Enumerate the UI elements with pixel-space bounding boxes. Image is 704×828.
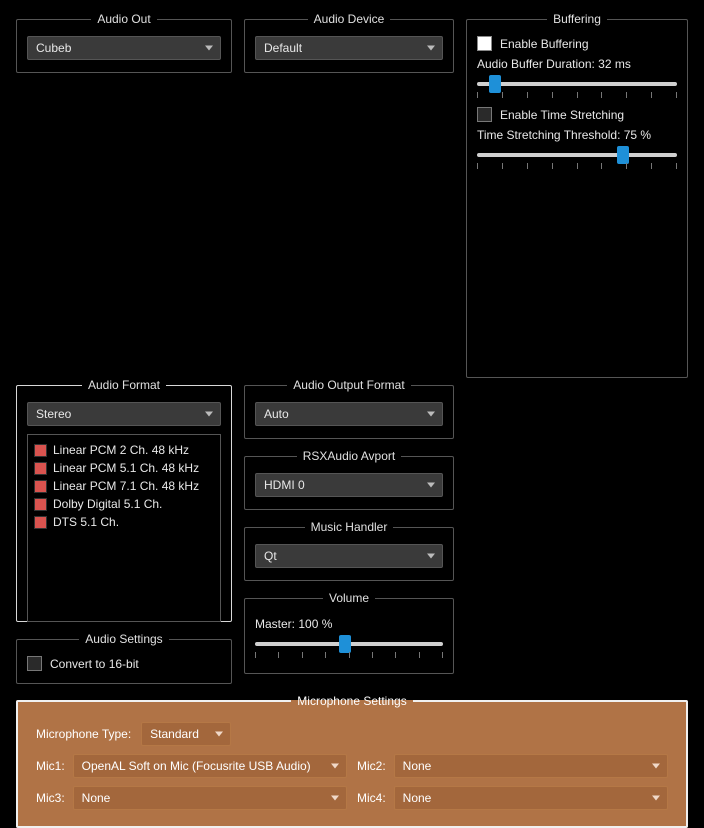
audio-format-select[interactable]: Stereo bbox=[27, 402, 221, 426]
group-rsx-avport: RSXAudio Avport HDMI 0 bbox=[244, 449, 454, 510]
mic1-select[interactable]: OpenAL Soft on Mic (Focusrite USB Audio) bbox=[73, 754, 347, 778]
red-box-icon bbox=[34, 480, 47, 493]
legend-audio-settings: Audio Settings bbox=[79, 632, 168, 646]
enable-buffering-checkbox[interactable]: Enable Buffering bbox=[477, 36, 677, 51]
group-buffering: Buffering Enable Buffering Audio Buffer … bbox=[466, 12, 688, 378]
mic4-label: Mic4: bbox=[357, 791, 386, 805]
volume-label: Master: 100 % bbox=[255, 617, 443, 631]
mic3-label: Mic3: bbox=[36, 791, 65, 805]
ts-threshold-label: Time Stretching Threshold: 75 % bbox=[477, 128, 677, 142]
group-microphone-settings: Microphone Settings Microphone Type: Sta… bbox=[16, 694, 688, 828]
mic-type-label: Microphone Type: bbox=[36, 727, 131, 741]
music-handler-select[interactable]: Qt bbox=[255, 544, 443, 568]
group-audio-format: Audio Format Stereo Linear PCM 2 Ch. 48 … bbox=[16, 378, 232, 622]
rsx-avport-select[interactable]: HDMI 0 bbox=[255, 473, 443, 497]
group-audio-out: Audio Out Cubeb bbox=[16, 12, 232, 73]
legend-buffering: Buffering bbox=[547, 12, 607, 26]
red-box-icon bbox=[34, 498, 47, 511]
audio-out-select[interactable]: Cubeb bbox=[27, 36, 221, 60]
list-item[interactable]: Linear PCM 5.1 Ch. 48 kHz bbox=[34, 459, 214, 477]
buffer-duration-label: Audio Buffer Duration: 32 ms bbox=[477, 57, 677, 71]
group-audio-settings: Audio Settings Convert to 16-bit bbox=[16, 632, 232, 684]
group-music-handler: Music Handler Qt bbox=[244, 520, 454, 581]
mic-type-select[interactable]: Standard bbox=[141, 722, 231, 746]
group-audio-device: Audio Device Default bbox=[244, 12, 454, 73]
list-item[interactable]: Linear PCM 7.1 Ch. 48 kHz bbox=[34, 477, 214, 495]
group-audio-output-format: Audio Output Format Auto bbox=[244, 378, 454, 439]
list-item[interactable]: Dolby Digital 5.1 Ch. bbox=[34, 495, 214, 513]
volume-slider[interactable] bbox=[255, 635, 443, 661]
buffer-duration-slider[interactable] bbox=[477, 75, 677, 101]
group-volume: Volume Master: 100 % bbox=[244, 591, 454, 674]
legend-audio-output-format: Audio Output Format bbox=[287, 378, 410, 392]
mic4-select[interactable]: None bbox=[394, 786, 668, 810]
mic1-label: Mic1: bbox=[36, 759, 65, 773]
red-box-icon bbox=[34, 444, 47, 457]
legend-volume: Volume bbox=[323, 591, 375, 605]
audio-output-format-select[interactable]: Auto bbox=[255, 402, 443, 426]
legend-microphone-settings: Microphone Settings bbox=[291, 694, 412, 708]
audio-device-select[interactable]: Default bbox=[255, 36, 443, 60]
mic2-label: Mic2: bbox=[357, 759, 386, 773]
mic2-select[interactable]: None bbox=[394, 754, 668, 778]
list-item[interactable]: DTS 5.1 Ch. bbox=[34, 513, 214, 531]
legend-rsx-avport: RSXAudio Avport bbox=[297, 449, 402, 463]
ts-threshold-slider[interactable] bbox=[477, 146, 677, 172]
audio-format-list[interactable]: Linear PCM 2 Ch. 48 kHz Linear PCM 5.1 C… bbox=[27, 434, 221, 622]
legend-audio-format: Audio Format bbox=[82, 378, 166, 392]
convert-16bit-checkbox[interactable]: Convert to 16-bit bbox=[27, 656, 221, 671]
red-box-icon bbox=[34, 516, 47, 529]
legend-music-handler: Music Handler bbox=[305, 520, 394, 534]
legend-audio-out: Audio Out bbox=[91, 12, 156, 26]
red-box-icon bbox=[34, 462, 47, 475]
mic3-select[interactable]: None bbox=[73, 786, 347, 810]
enable-time-stretching-checkbox[interactable]: Enable Time Stretching bbox=[477, 107, 677, 122]
legend-audio-device: Audio Device bbox=[308, 12, 391, 26]
list-item[interactable]: Linear PCM 2 Ch. 48 kHz bbox=[34, 441, 214, 459]
